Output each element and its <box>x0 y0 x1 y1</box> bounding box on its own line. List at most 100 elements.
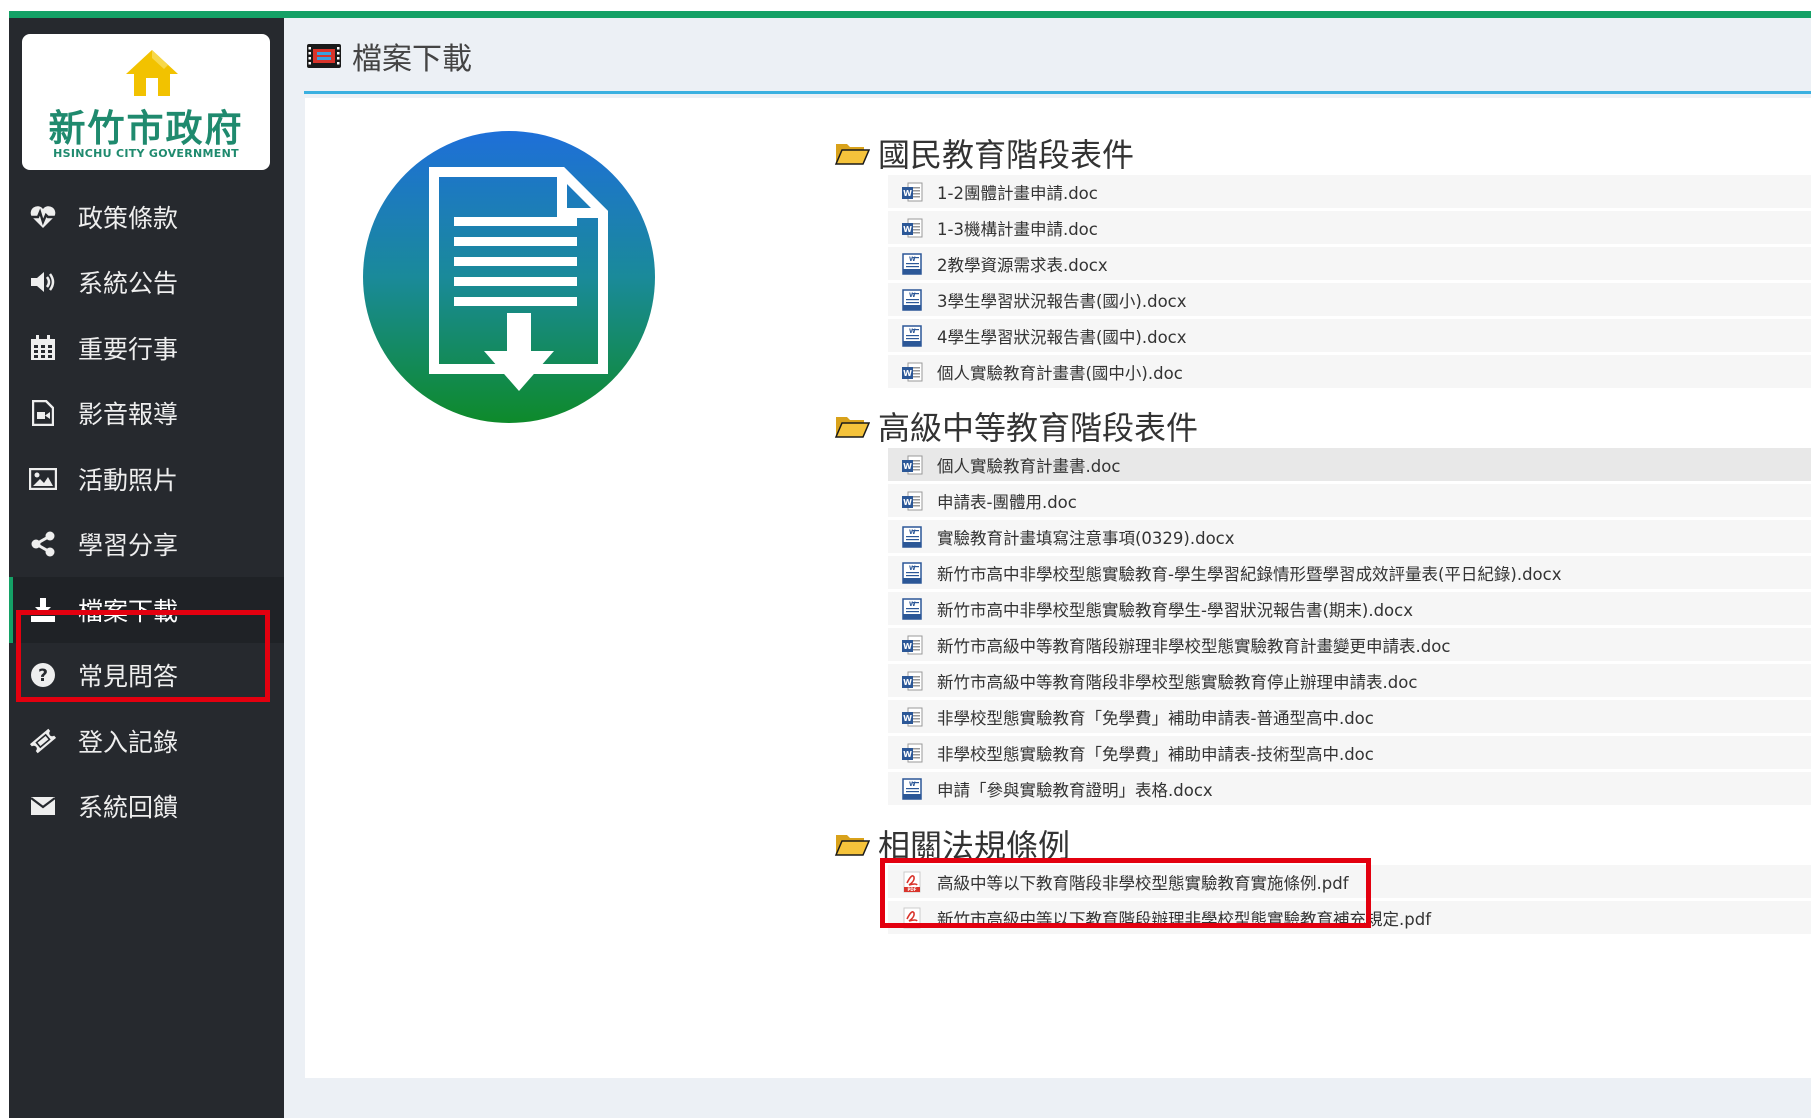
nav-label: 重要行事 <box>78 334 179 364</box>
word-docx-icon: W <box>902 288 922 311</box>
share-icon <box>28 529 58 559</box>
nav-item-photos[interactable]: 活動照片 <box>9 446 284 512</box>
file-row[interactable]: W 4學生學習狀況報告書(國中).docx <box>888 319 1811 352</box>
section-title: 國民教育階段表件 <box>878 136 1135 174</box>
word-docx-icon: W <box>902 561 922 584</box>
file-name: 個人實驗教育計畫書.doc <box>937 456 1121 476</box>
word-doc-icon: W <box>902 671 923 690</box>
nav-label: 系統回饋 <box>78 793 179 823</box>
word-docx-icon: W <box>902 324 922 347</box>
highlight-box-file <box>880 858 1371 928</box>
word-doc-icon: W <box>902 707 923 726</box>
house-logo-icon <box>126 50 178 96</box>
file-row[interactable]: W 新竹市高中非學校型態實驗教育學生-學習狀況報告書(期末).docx <box>888 592 1811 625</box>
word-doc-icon: W <box>902 362 923 381</box>
main-content: 檔案下載 國民教育階段表件 W 1-2團體計畫申請.doc W 1-3機構計畫申… <box>284 18 1811 1118</box>
file-name: 實驗教育計畫填寫注意事項(0329).docx <box>937 528 1235 548</box>
city-logo[interactable]: 新竹市政府 HSINCHU CITY GOVERNMENT <box>22 34 270 170</box>
file-name: 3學生學習狀況報告書(國小).docx <box>937 291 1187 311</box>
svg-text:W: W <box>903 498 912 507</box>
word-docx-icon: W <box>902 525 922 548</box>
nav-item-sharing[interactable]: 學習分享 <box>9 512 284 578</box>
word-doc-icon: W <box>902 182 923 201</box>
video-file-icon <box>28 398 58 428</box>
word-doc-icon: W <box>902 218 923 237</box>
svg-text:W: W <box>903 714 912 723</box>
envelope-icon <box>28 791 58 821</box>
page-title: 檔案下載 <box>352 42 472 77</box>
file-name: 新竹市高中非學校型態實驗教育-學生學習紀錄情形暨學習成效評量表(平日紀錄).do… <box>937 564 1562 584</box>
file-row[interactable]: W 個人實驗教育計畫書(國中小).doc <box>888 355 1811 388</box>
nav-label: 系統公告 <box>78 269 179 299</box>
word-docx-icon: W <box>902 252 922 275</box>
svg-text:W: W <box>903 369 912 378</box>
svg-text:W: W <box>903 750 912 759</box>
file-row[interactable]: W 申請表-團體用.doc <box>888 484 1811 517</box>
heartbeat-icon <box>28 202 58 232</box>
folder-open-icon <box>834 417 870 438</box>
file-name: 申請「參與實驗教育證明」表格.docx <box>937 780 1213 800</box>
folder-open-icon <box>834 144 870 165</box>
word-docx-icon: W <box>902 777 922 800</box>
word-doc-icon: W <box>902 635 923 654</box>
svg-text:W: W <box>903 462 912 471</box>
file-name: 非學校型態實驗教育「免學費」補助申請表-普通型高中.doc <box>937 708 1374 728</box>
sidebar-nav: 政策條款 系統公告 重要行事 影音報導 活動照片 學習分享 檔案下載 ? 常見問… <box>9 184 284 839</box>
nav-item-announcements[interactable]: 系統公告 <box>9 250 284 316</box>
nav-item-policy[interactable]: 政策條款 <box>9 184 284 250</box>
sidebar: 新竹市政府 HSINCHU CITY GOVERNMENT 政策條款 系統公告 … <box>9 11 284 1118</box>
nav-label: 政策條款 <box>78 203 179 233</box>
top-green-line <box>9 11 1811 18</box>
nav-label: 登入記錄 <box>78 727 179 757</box>
ticket-icon <box>28 726 58 756</box>
file-row[interactable]: W 1-3機構計畫申請.doc <box>888 211 1811 244</box>
file-name: 非學校型態實驗教育「免學費」補助申請表-技術型高中.doc <box>937 744 1374 764</box>
folder-open-icon <box>834 835 870 856</box>
top-bar <box>0 0 1811 11</box>
svg-text:W: W <box>903 678 912 687</box>
file-name: 1-2團體計畫申請.doc <box>937 183 1098 203</box>
word-doc-icon: W <box>902 491 923 510</box>
nav-item-media[interactable]: 影音報導 <box>9 381 284 447</box>
volume-icon <box>28 267 58 297</box>
nav-item-feedback[interactable]: 系統回饋 <box>9 774 284 840</box>
file-row[interactable]: W 1-2團體計畫申請.doc <box>888 175 1811 208</box>
film-icon <box>307 44 341 68</box>
download-document-icon <box>363 131 655 423</box>
word-doc-icon: W <box>902 743 923 762</box>
highlight-box-faq <box>16 610 270 702</box>
file-row[interactable]: W 非學校型態實驗教育「免學費」補助申請表-技術型高中.doc <box>888 736 1811 769</box>
header-divider <box>304 91 1811 94</box>
file-name: 新竹市高級中等教育階段非學校型態實驗教育停止辦理申請表.doc <box>937 672 1418 692</box>
nav-item-events[interactable]: 重要行事 <box>9 315 284 381</box>
nav-item-login-records[interactable]: 登入記錄 <box>9 708 284 774</box>
calendar-icon <box>28 333 58 363</box>
page-header: 檔案下載 <box>306 36 472 77</box>
logo-chinese-name: 新竹市政府 <box>48 106 244 150</box>
svg-text:W: W <box>903 225 912 234</box>
file-name: 個人實驗教育計畫書(國中小).doc <box>937 363 1183 383</box>
file-name: 申請表-團體用.doc <box>937 492 1077 512</box>
file-name: 4學生學習狀況報告書(國中).docx <box>937 327 1187 347</box>
file-row[interactable]: W 2教學資源需求表.docx <box>888 247 1811 280</box>
file-row[interactable]: W 申請「參與實驗教育證明」表格.docx <box>888 772 1811 805</box>
section-title: 高級中等教育階段表件 <box>878 409 1199 447</box>
picture-icon <box>28 464 58 494</box>
nav-label: 影音報導 <box>78 400 179 430</box>
nav-label: 活動照片 <box>78 465 179 495</box>
file-name: 新竹市高級中等教育階段辦理非學校型態實驗教育計畫變更申請表.doc <box>937 636 1451 656</box>
file-row[interactable]: W 新竹市高級中等教育階段辦理非學校型態實驗教育計畫變更申請表.doc <box>888 628 1811 661</box>
file-row[interactable]: W 新竹市高級中等教育階段非學校型態實驗教育停止辦理申請表.doc <box>888 664 1811 697</box>
logo-english-name: HSINCHU CITY GOVERNMENT <box>53 147 239 160</box>
file-name: 2教學資源需求表.docx <box>937 255 1108 275</box>
file-row[interactable]: W 個人實驗教育計畫書.doc <box>888 448 1811 481</box>
section-header: 高級中等教育階段表件 <box>834 403 1198 449</box>
svg-text:W: W <box>903 642 912 651</box>
file-name: 新竹市高中非學校型態實驗教育學生-學習狀況報告書(期末).docx <box>937 600 1413 620</box>
file-row[interactable]: W 3學生學習狀況報告書(國小).docx <box>888 283 1811 316</box>
file-row[interactable]: W 實驗教育計畫填寫注意事項(0329).docx <box>888 520 1811 553</box>
file-row[interactable]: W 非學校型態實驗教育「免學費」補助申請表-普通型高中.doc <box>888 700 1811 733</box>
file-row[interactable]: W 新竹市高中非學校型態實驗教育-學生學習紀錄情形暨學習成效評量表(平日紀錄).… <box>888 556 1811 589</box>
file-name: 1-3機構計畫申請.doc <box>937 219 1098 239</box>
nav-label: 學習分享 <box>78 531 179 561</box>
